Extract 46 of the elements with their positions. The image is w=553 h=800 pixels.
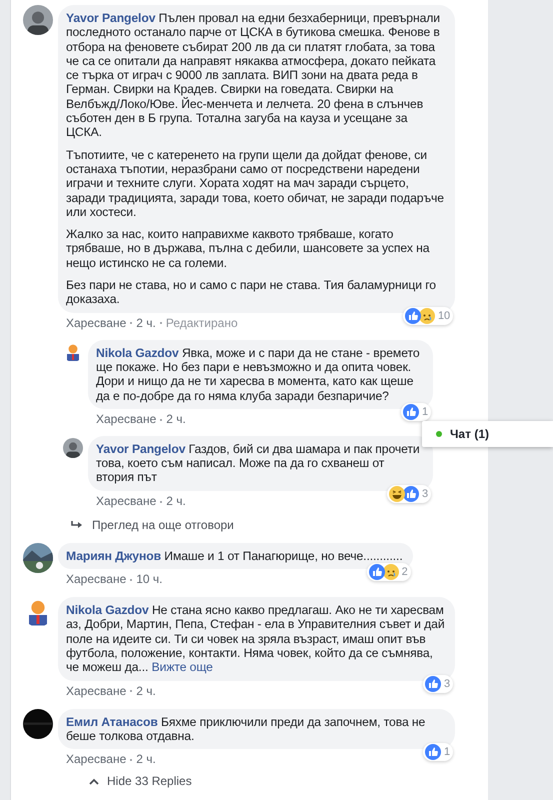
author-link[interactable]: Nikola Gazdov (66, 603, 149, 618)
timestamp[interactable]: 2 ч. (136, 316, 156, 330)
comment-text: Жалко за нас, които направихме каквото трябваше, когато трябваше, но в държава, пълна с дебили, шансовете за успех на нещо истинско не са големи. (66, 227, 430, 270)
like-link[interactable]: Харесване (96, 412, 156, 426)
reaction-count: 1 (422, 404, 428, 420)
reply-arrow-icon (71, 520, 83, 530)
chat-tab[interactable]: Чат (1) (422, 421, 553, 447)
comment-text: Yavor Pangelov Пълен провал на едни безхаберници, превърнали последното останало парче от ЦСКА в бутикова смешка. Фенове в отбора на феновете събират 200 лв да си платят глобата, за това че са се опитали да направят някаква атмосфера, докато пейката се търка от играч с 9000 лв заплата. ВИП зони на двата реда в Герман. Свирки на Крадев. Свирки на говедата. Свирки на Велбъжд/Локо/Юве. Йес-менчета и лелчета. 20 фена в слънчев съботен ден в Б група. Тотална загуба на кауза и усещане за ЦСКА. (66, 11, 441, 140)
reaction-count: 2 (402, 565, 408, 580)
more-replies-link[interactable]: Преглед на още отговори (92, 518, 234, 532)
caret-up-icon (89, 778, 99, 785)
timestamp[interactable]: 2 ч. (136, 684, 156, 698)
edited-label: Редактирано (166, 316, 238, 330)
reactions-badge[interactable]: 2 (366, 563, 411, 582)
like-link[interactable]: Харесване (96, 494, 156, 508)
like-link[interactable]: Харесване (66, 572, 126, 586)
timestamp[interactable]: 10 ч. (136, 572, 163, 586)
reaction-count: 3 (444, 676, 450, 692)
reaction-count: 10 (438, 308, 450, 324)
comment-text: Nikola Gazdov Явка, може и с пари да не стане - времето ще покаже. Но без пари е невъзможно и да опита човек. Дори и нищо да не ти харесва в момента, като как щеше да е по-добре да го няма клуба заради безпаричие? (96, 346, 421, 403)
like-link[interactable]: Харесване (66, 752, 126, 766)
reactions-badge[interactable]: 10 (402, 306, 453, 325)
reaction-count: 1 (444, 745, 450, 760)
timestamp[interactable]: 2 ч. (166, 494, 186, 508)
comment-text: Nikola Gazdov Не стана ясно какво предлагаш. Ако не ти харесвам аз, Добри, Мартин, Пепа, Стефан - ела в Управителния съвет и дай поле на идеите си. Ти си човек на зряла възраст, имаш опит във футбола, положение, контакти. Няма човек, който да се съмнява, че можеш да... Вижте още (66, 603, 445, 674)
reactions-badge[interactable]: 3 (386, 484, 431, 503)
see-more-link[interactable]: Вижте още (152, 660, 213, 674)
comment-text: Мариян Джунов Имаше и 1 от Панагюрище, но вече............ (66, 548, 403, 564)
reactions-badge[interactable]: 1 (400, 402, 431, 421)
comment-text: Yavor Pangelov Газдов, бий си два шамара и пак прочети това, което съм написал. Може па да го схванеш от втория път (96, 442, 421, 485)
comment-text: Тъпотиите, че с катеренето на групи щели да дойдат фенове, си останаха тъпотии, неразбрани само от посредствени наредени играчи и техните слуги. Хората ходят на мач заради сърцето, заради традицията, заради това, което обичат, не заради подаръче или хостеси. (66, 148, 445, 220)
author-link[interactable]: Yavor Pangelov (66, 11, 156, 25)
hide-replies-link[interactable]: Hide 33 Replies (107, 774, 192, 788)
like-link[interactable]: Харесване (66, 316, 126, 330)
author-link[interactable]: Yavor Pangelov (96, 442, 186, 456)
like-link[interactable]: Харесване (66, 684, 126, 698)
reaction-count: 3 (422, 486, 428, 502)
author-link[interactable]: Мариян Джунов (66, 548, 161, 563)
timestamp[interactable]: 2 ч. (136, 752, 156, 766)
comment-text: Без пари не става, но и само с пари не става. Тия баламурници го доказаха. (66, 278, 437, 307)
author-link[interactable]: Емил Атанасов (66, 714, 158, 728)
author-link[interactable]: Nikola Gazdov (96, 346, 179, 360)
timestamp[interactable]: 2 ч. (166, 412, 186, 426)
comment-text: Емил Атанасов Бяхме приключили преди да започнем, това не беше толкова отдавна. (66, 714, 426, 744)
reactions-badge[interactable]: 1 (422, 743, 453, 762)
reactions-badge[interactable]: 3 (422, 674, 453, 692)
